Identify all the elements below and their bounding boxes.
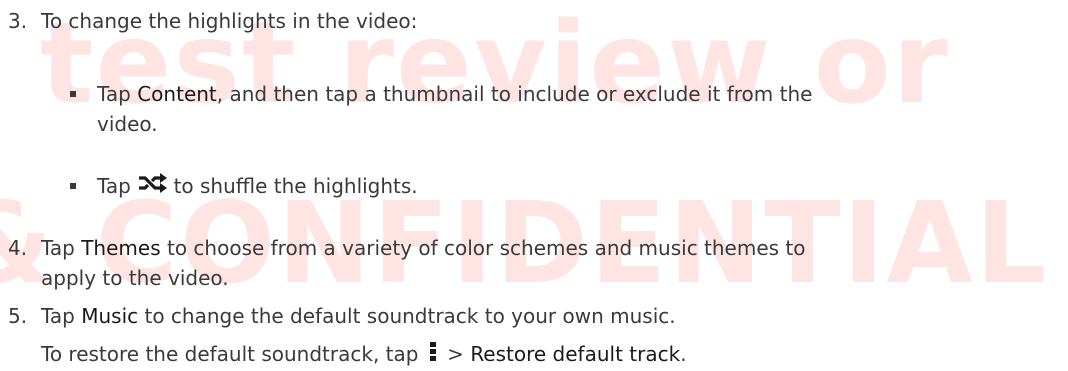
more-vertical-icon bbox=[429, 341, 437, 364]
step-text-post: to change the default soundtrack to your… bbox=[138, 304, 676, 328]
bullet-text-pre: Tap bbox=[97, 82, 138, 106]
step-number: 4. bbox=[8, 236, 28, 260]
step-number: 5. bbox=[8, 304, 28, 328]
keyword-music: Music bbox=[81, 304, 139, 328]
step-text-continuation: apply to the video. bbox=[41, 266, 229, 290]
step-text: Tap Themes to choose from a variety of c… bbox=[41, 233, 1066, 263]
keyword-content: Content bbox=[137, 82, 217, 106]
note-text-pre: To restore the default soundtrack, tap bbox=[41, 342, 425, 366]
bullet-item-content: Tap Content, and then tap a thumbnail to… bbox=[70, 79, 1057, 139]
bullet-text-post: , and then tap a thumbnail to include or… bbox=[216, 82, 813, 106]
bullet-item-shuffle: Tap to shuffle the highlights. bbox=[70, 171, 1057, 203]
bullet-marker bbox=[70, 91, 76, 97]
note-text-post: . bbox=[680, 342, 687, 366]
bullet-text-post: to shuffle the highlights. bbox=[167, 174, 418, 198]
shuffle-icon bbox=[137, 171, 168, 201]
step-number: 3. bbox=[8, 9, 28, 33]
step-5: 5. Tap Music to change the default sound… bbox=[8, 301, 1068, 331]
keyword-restore-default-track: Restore default track bbox=[470, 342, 681, 366]
step-text-post: to choose from a variety of color scheme… bbox=[160, 236, 806, 260]
step-text-pre: Tap bbox=[41, 236, 82, 260]
note-text: To restore the default soundtrack, tap >… bbox=[41, 339, 1066, 369]
note-separator: > bbox=[440, 342, 471, 366]
bullet-text-continuation: video. bbox=[97, 112, 158, 136]
step-text: To change the highlights in the video: bbox=[41, 9, 418, 33]
keyword-themes: Themes bbox=[81, 236, 161, 260]
step-text-pre: Tap bbox=[41, 304, 82, 328]
step-3: 3. To change the highlights in the video… bbox=[8, 6, 1068, 36]
step-5-note: To restore the default soundtrack, tap >… bbox=[8, 339, 1068, 369]
bullet-text-pre: Tap bbox=[97, 174, 138, 198]
bullet-text: Tap Content, and then tap a thumbnail to… bbox=[97, 79, 1057, 109]
bullet-marker bbox=[70, 183, 76, 189]
step-4: 4. Tap Themes to choose from a variety o… bbox=[8, 233, 1068, 293]
step-text: Tap Music to change the default soundtra… bbox=[41, 301, 1066, 331]
bullet-text: Tap to shuffle the highlights. bbox=[97, 171, 1057, 203]
